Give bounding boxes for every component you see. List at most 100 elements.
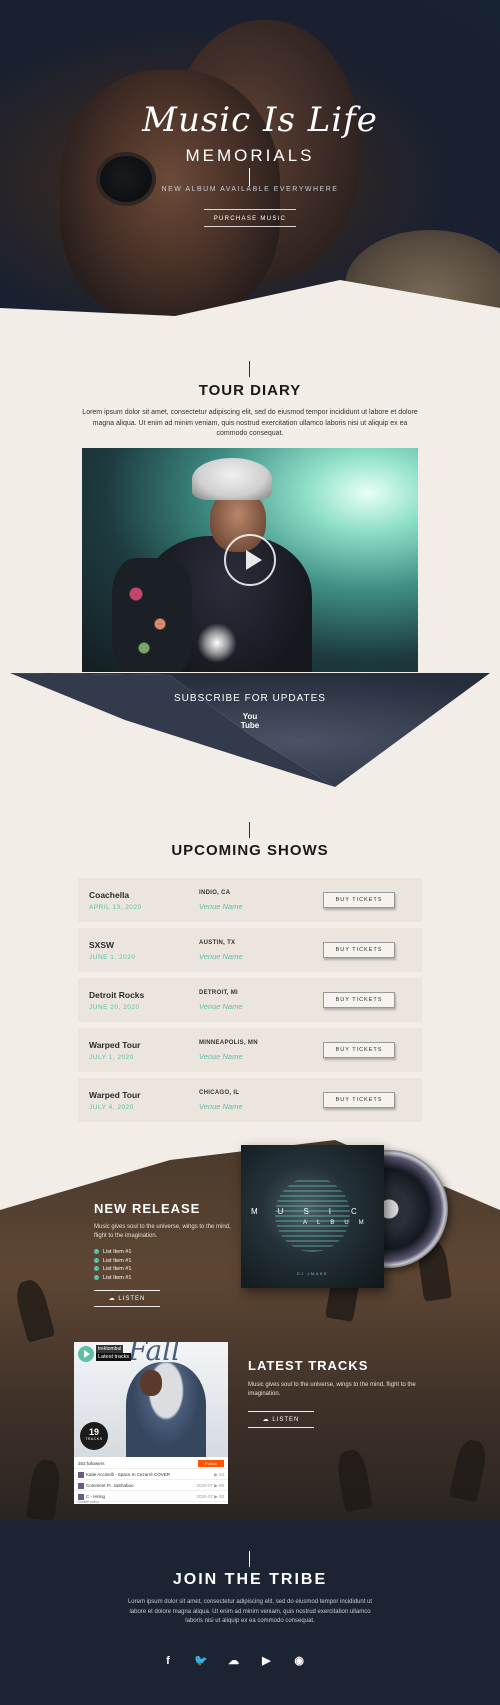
buy-tickets-button[interactable]: BUY TICKETS [323,1042,395,1058]
video-performer-jacket [112,558,192,672]
show-city: MINNEAPOLIS, MN [199,1040,258,1046]
followers-count: 353 followers [78,1461,105,1466]
track-title: Katie Accinelli - Space In Cezarré COVER [86,1472,171,1477]
listen-label: LISTEN [272,1417,300,1423]
show-row: Warped Tour JULY 4, 2020 CHICAGO, IL Ven… [78,1078,422,1122]
track-count: 19 [88,1427,99,1437]
buy-tickets-button[interactable]: BUY TICKETS [323,992,395,1008]
crowd-hand [335,1448,373,1512]
track-title: Comment Fr. JaShaboo [86,1483,134,1488]
album-cover: MUSIC ALBUM DJ JMAKE [241,1145,384,1288]
show-row: SXSW JUNE 1, 2020 AUSTIN, TX Venue Name … [78,928,422,972]
buy-tickets-button[interactable]: BUY TICKETS [323,892,395,908]
social-links: f 🐦 ☁ ▶ ◉ [160,1653,340,1669]
show-name: Coachella [89,890,130,900]
track-thumbnail [78,1471,84,1478]
show-venue: Venue Name [199,952,243,961]
twitter-icon[interactable]: 🐦 [193,1653,209,1669]
tribe-title: JOIN THE TRIBE [172,1571,328,1588]
follow-button[interactable]: Follow [198,1460,224,1467]
player-playlist-label: Latest tracks [96,1353,132,1361]
buy-tickets-button[interactable]: BUY TICKETS [323,1092,395,1108]
soundcloud-player[interactable]: Fall trektombul Latest tracks 19 TRACKS … [74,1342,228,1504]
video-performer-cap [192,458,272,500]
track-meta: ▶ 54 [214,1472,224,1477]
apple-icon[interactable] [324,1653,340,1669]
release-list: List Item #1 List Item #1 List Item #1 L… [94,1248,131,1282]
shows-title: UPCOMING SHOWS [171,842,329,859]
track-row[interactable]: Katie Accinelli - Space In Cezarré COVER… [74,1469,228,1480]
soundcloud-icon[interactable]: ☁ [226,1653,242,1669]
video-stage-light [197,623,237,663]
show-row: Coachella APRIL 13, 2020 INDIO, CA Venue… [78,878,422,922]
show-date: APRIL 13, 2020 [89,904,142,911]
album-word-album: ALBUM [303,1220,374,1226]
list-item: List Item #1 [94,1274,131,1283]
show-date: JUNE 20, 2020 [89,1004,140,1011]
show-name: Detroit Rocks [89,990,145,1000]
show-row: Warped Tour JULY 1, 2020 MINNEAPOLIS, MN… [78,1028,422,1072]
show-venue: Venue Name [199,1002,243,1011]
track-count-label: TRACKS [85,1437,103,1441]
show-venue: Venue Name [199,1102,243,1111]
facebook-icon[interactable]: f [160,1653,176,1669]
crowd-hand [449,1437,489,1503]
youtube-icon[interactable]: You Tube [239,712,261,734]
crowd-hand [25,1458,63,1520]
crowd-hand [12,1277,56,1343]
tracks-description: Music gives soul to the universe, wings … [248,1382,416,1397]
hero-tagline: NEW ALBUM AVAILABLE EVERYWHERE [161,186,339,193]
tour-divider [249,361,250,377]
show-venue: Venue Name [199,902,243,911]
cover-face [140,1370,162,1396]
tribe-description: Lorem ipsum dolor sit amet, consectetur … [127,1599,373,1624]
youtube-label-tube: Tube [240,721,260,730]
play-video-icon[interactable] [224,534,276,586]
show-city: INDIO, CA [199,890,231,896]
release-title: NEW RELEASE [94,1201,201,1216]
show-venue: Venue Name [199,1052,243,1061]
track-count-badge: 19 TRACKS [80,1422,108,1450]
purchase-music-button[interactable]: PURCHASE MUSIC [204,209,296,227]
show-date: JUNE 1, 2020 [89,954,136,961]
listen-label: LISTEN [118,1296,146,1302]
track-meta: 2020-07 ▶ 88 [196,1483,224,1488]
list-item: List Item #1 [94,1265,131,1274]
album-word-music: MUSIC [251,1207,377,1216]
track-thumbnail [78,1493,84,1500]
player-play-icon[interactable] [78,1346,94,1362]
tracks-title: LATEST TRACKS [248,1358,369,1373]
shows-divider [249,822,250,838]
show-name: Warped Tour [89,1090,141,1100]
tour-title: TOUR DIARY [198,382,302,399]
player-followers-row: 353 followers Follow [74,1458,228,1469]
release-listen-button[interactable]: ☁ LISTEN [94,1290,160,1307]
tribe-divider [249,1551,250,1567]
release-description: Music gives soul to the universe, wings … [94,1224,231,1239]
hero-title: Music Is Life [142,100,378,140]
hero-subtitle: MEMORIALS [185,146,315,165]
list-item: List Item #1 [94,1257,131,1266]
tour-description: Lorem ipsum dolor sit amet, consectetur … [82,409,418,437]
show-name: Warped Tour [89,1040,141,1050]
cookie-policy-link[interactable]: Cookie policy [78,1500,99,1504]
show-row: Detroit Rocks JUNE 20, 2020 DETROIT, MI … [78,978,422,1022]
show-date: JULY 4, 2020 [89,1104,134,1111]
list-item: List Item #1 [94,1248,131,1257]
youtube-icon[interactable]: ▶ [258,1653,274,1669]
tracks-listen-button[interactable]: ☁ LISTEN [248,1411,314,1428]
show-name: SXSW [89,940,115,950]
track-title: C - Hiring [86,1494,106,1499]
player-artist-label[interactable]: trektombul [96,1345,124,1353]
buy-tickets-button[interactable]: BUY TICKETS [323,942,395,958]
track-thumbnail [78,1482,84,1489]
cover-person [126,1362,206,1457]
album-artist: DJ JMAKE [296,1271,329,1276]
track-row[interactable]: Comment Fr. JaShaboo 2020-07 ▶ 88 [74,1480,228,1491]
show-city: DETROIT, MI [199,990,238,996]
hero-zigzag-edge [0,280,500,338]
show-city: CHICAGO, IL [199,1090,240,1096]
track-meta: 2020-07 ▶ 53 [196,1494,224,1499]
spotify-icon[interactable]: ◉ [291,1653,307,1669]
subscribe-title: SUBSCRIBE FOR UPDATES [174,693,326,704]
